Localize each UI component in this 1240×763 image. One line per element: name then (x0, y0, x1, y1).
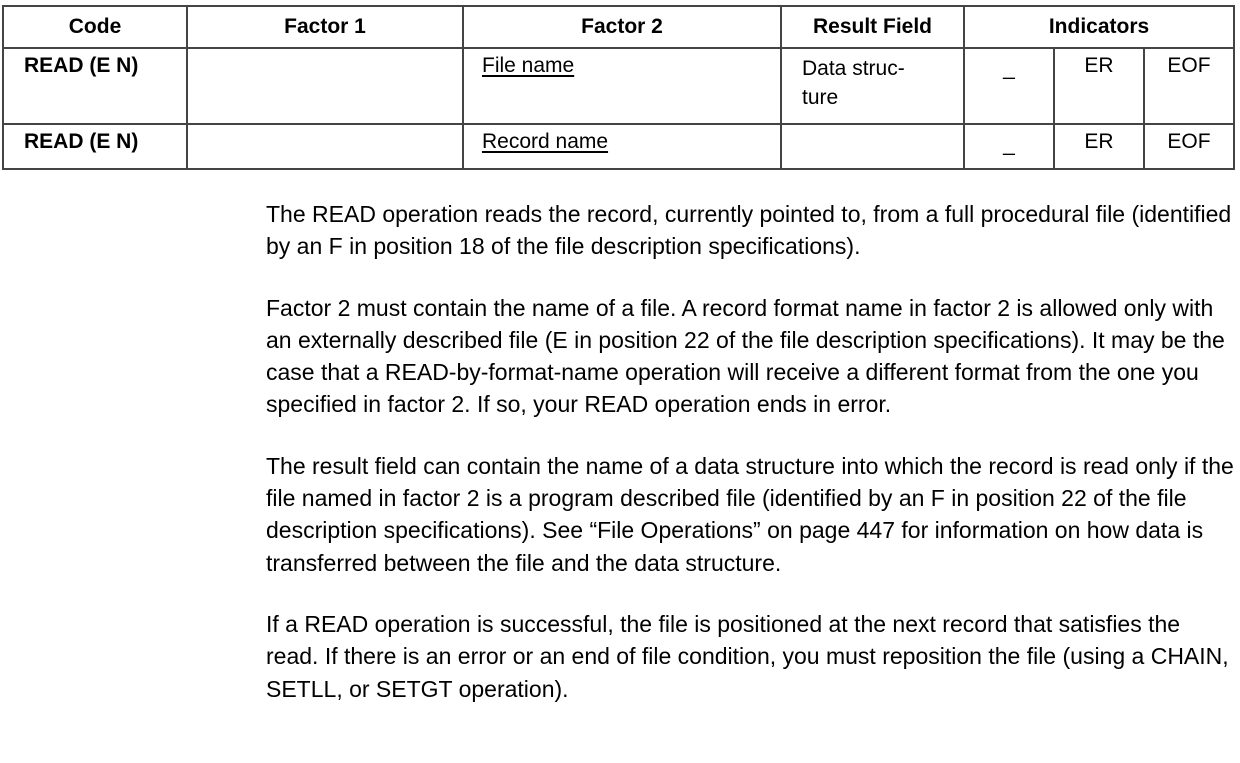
result-line-1: Data struc- (802, 57, 905, 80)
header-indicators: Indicators (962, 5, 1236, 49)
table-row: READ (E N) File name Data struc-ture _ E… (2, 47, 1236, 125)
operation-syntax-table: Code Factor 1 Factor 2 Result Field Indi… (2, 5, 1236, 170)
cell-factor2: Record name (462, 123, 782, 170)
cell-indicator-eof: EOF (1142, 123, 1236, 170)
cell-indicator-eof: EOF (1142, 47, 1236, 125)
cell-indicator-er: ER (1053, 123, 1145, 170)
header-result-field: Result Field (780, 5, 965, 49)
paragraph: If a READ operation is successful, the f… (266, 610, 1229, 702)
cell-result-field: Data struc-ture (780, 47, 965, 125)
table-row: READ (E N) Record name _ ER EOF (2, 123, 1236, 170)
cell-indicator-er: ER (1053, 47, 1145, 125)
paragraph: Factor 2 must contain the name of a file… (266, 294, 1225, 418)
factor2-value: Record name (482, 130, 609, 153)
paragraph: The READ operation reads the record, cur… (266, 201, 1232, 260)
cell-result-field (780, 123, 965, 170)
result-line-2: ture (802, 86, 839, 109)
cell-factor2: File name (462, 47, 782, 125)
cell-indicator-1: _ (963, 47, 1055, 125)
cell-factor1 (186, 123, 464, 170)
indicator-1-value: _ (1003, 57, 1015, 80)
cell-code: READ (E N) (2, 123, 188, 170)
cell-indicator-1: _ (963, 123, 1055, 170)
header-factor1: Factor 1 (186, 5, 464, 49)
description-text: The READ operation reads the record, cur… (266, 198, 1236, 734)
indicator-1-value: _ (1003, 133, 1015, 156)
header-factor2: Factor 2 (462, 5, 782, 49)
header-code: Code (2, 5, 188, 49)
factor2-value: File name (482, 54, 575, 77)
cell-factor1 (186, 47, 464, 125)
table-header-row: Code Factor 1 Factor 2 Result Field Indi… (2, 5, 1236, 49)
paragraph: The result field can contain the name of… (266, 452, 1234, 576)
cell-code: READ (E N) (2, 47, 188, 125)
